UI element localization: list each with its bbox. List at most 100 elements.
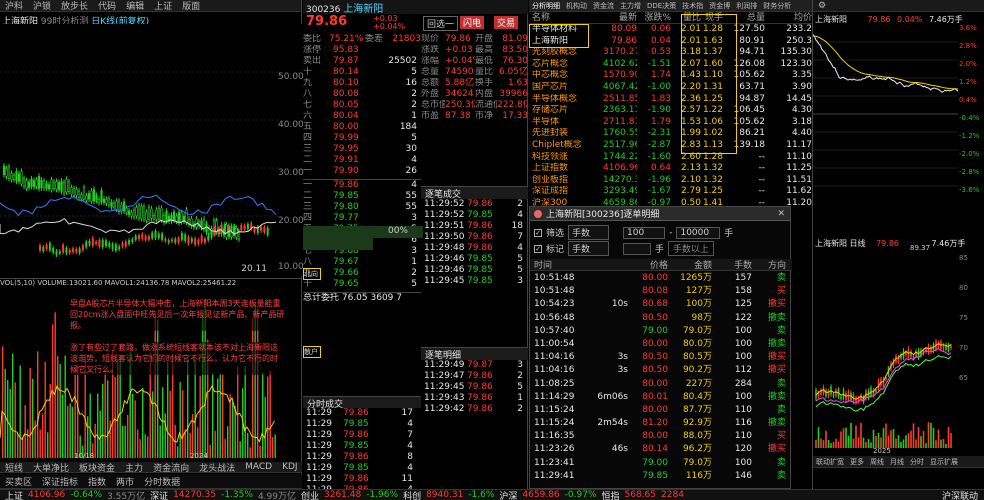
ask-row[interactable]: 三 79.95 30 xyxy=(303,144,421,155)
detail-row[interactable]: 11:00:54 80.00 80.0万 100 撤卖 xyxy=(530,338,792,351)
daily-chart[interactable] xyxy=(813,248,958,453)
btab-7[interactable]: KDJ xyxy=(277,462,303,472)
detail-row[interactable]: 11:04:16 3s 80.50 80.5万 100 撤买 xyxy=(530,351,792,364)
sector-tab[interactable]: 资金流 xyxy=(590,1,617,11)
sector-tab[interactable]: 技术指 xyxy=(679,1,706,11)
sector-col-header[interactable]: 均价 xyxy=(765,12,812,23)
tab-6[interactable]: 版面 xyxy=(177,0,205,12)
detail-row[interactable]: 10:56:48 80.50 98万 122 撤卖 xyxy=(530,312,792,325)
tab-3[interactable]: 代码 xyxy=(93,0,121,12)
filter-min-input[interactable]: 100 xyxy=(623,226,666,239)
sector-col-header[interactable]: 涨跌% xyxy=(637,12,671,23)
detail-row[interactable]: 11:04:16 3s 80.50 90.2万 112 撤买 xyxy=(530,364,792,377)
filter-checkbox[interactable]: ✓ xyxy=(534,228,542,237)
status-item[interactable]: 科创 xyxy=(403,490,421,500)
btab-3[interactable]: 主力 xyxy=(120,461,148,474)
sector-col-header[interactable]: 最新 xyxy=(603,12,637,23)
sector-tab[interactable]: DDE决策 xyxy=(644,1,679,11)
mark-select[interactable]: 手数 xyxy=(568,241,610,256)
ask-row[interactable]: 六 80.04 1 xyxy=(303,111,421,122)
status-item[interactable]: 创业 xyxy=(301,490,319,500)
btab-0[interactable]: 短线 xyxy=(0,461,28,474)
sector-row[interactable]: 国产芯片 4067.42 -1.00 2.20 1.31 63.71 3.90 xyxy=(529,82,812,94)
detail-row[interactable]: 11:23:26 46s 80.14 96.2万 120 撤买 xyxy=(530,443,792,456)
detail-row[interactable]: 10:51:48 80.00 1265万 157 卖 xyxy=(530,272,792,285)
detail-row[interactable]: 10:54:23 10s 80.68 100万 125 撤买 xyxy=(530,298,792,311)
btab-2[interactable]: 板块资金 xyxy=(74,461,120,474)
btab-6[interactable]: MACD xyxy=(240,462,277,472)
status-item[interactable]: 沪深 xyxy=(499,490,517,500)
btab-1[interactable]: 大单净比 xyxy=(28,461,74,474)
mini-tab[interactable]: 联动扩宽 xyxy=(813,457,847,467)
flash-button[interactable]: 闪电 xyxy=(460,16,485,29)
sector-tab[interactable]: 机构动 xyxy=(563,1,590,11)
ask-row[interactable]: 五 80.00 184 xyxy=(303,122,421,133)
filter-select[interactable]: 手数 xyxy=(568,225,610,240)
tab-5[interactable]: 上证 xyxy=(149,0,177,12)
sector-tab[interactable]: 资金博 xyxy=(706,1,733,11)
kline-chart[interactable] xyxy=(0,24,302,276)
mark-checkbox[interactable]: ✓ xyxy=(534,244,542,253)
sector-row[interactable]: 半导体概念 2511.85 1.83 2.36 1.25 94.87 14.45 xyxy=(529,94,812,106)
sector-row[interactable]: Chiplet概念 2517.96 -2.87 2.83 1.13 139.18 11.17 xyxy=(529,140,812,152)
sector-tab[interactable]: 分析明细 xyxy=(529,1,563,11)
detail-row[interactable]: 11:23:41 79.00 79.0万 100 卖 xyxy=(530,457,792,470)
ask-row[interactable]: 四 79.99 5 xyxy=(303,133,421,144)
trade-button[interactable]: 交易 xyxy=(494,16,519,29)
detail-row[interactable]: 11:16:35 80.00 88.0万 110 买 xyxy=(530,430,792,443)
status-item[interactable]: 上证 xyxy=(5,490,23,500)
tab-8[interactable]: 深证指标 xyxy=(37,475,83,488)
ask-row[interactable]: 八 80.08 2 xyxy=(303,89,421,100)
sector-row[interactable]: 中芯概念 1570.90 1.74 1.43 1.10 105.62 3.35 xyxy=(529,70,812,82)
detail-row[interactable]: 11:29:41 79.85 116万 146 卖 xyxy=(530,470,792,483)
sector-row[interactable]: 存储芯片 2363.11 -1.90 2.57 1.22 106.45 4.30 xyxy=(529,105,812,117)
sector-tab[interactable]: 主力增 xyxy=(617,1,644,11)
detail-row[interactable]: 11:15:24 80.00 87.7万 110 卖 xyxy=(530,404,792,417)
sector-col-header[interactable]: 名称 xyxy=(529,12,587,23)
btab-5[interactable]: 龙头战法 xyxy=(194,461,240,474)
mini-tab[interactable]: 显示扩展 xyxy=(927,457,961,467)
tab-0[interactable]: 沪科 xyxy=(0,0,28,12)
tab-10[interactable]: 两市 xyxy=(111,475,139,488)
ask-row[interactable]: 九 80.10 16 xyxy=(303,78,421,89)
sector-tab[interactable]: 利润排 xyxy=(733,1,760,11)
dialog-title-bar[interactable]: 上海新阳[300236]逐单明细 ✕ xyxy=(530,207,790,221)
sector-row[interactable]: 创业板指14270.35-1.962.101.32--11.51 xyxy=(529,175,812,187)
detail-row[interactable]: 11:14:29 6m06s 80.01 80.4万 100 撤卖 xyxy=(530,391,792,404)
mini-tab[interactable]: 分时 xyxy=(907,457,927,467)
tab-9[interactable]: 指数 xyxy=(83,475,111,488)
sector-row[interactable]: 光刻胶概念 3170.27 0.53 3.18 1.37 94.71 135.30 xyxy=(529,47,812,59)
mini-tab[interactable]: 月线 xyxy=(887,457,907,467)
sector-row[interactable]: 深证成指 3293.49 -1.67 2.79 1.25 -- 11.62 xyxy=(529,186,812,198)
status-item[interactable]: 深证 xyxy=(150,490,168,500)
mini-tab[interactable]: 周线 xyxy=(867,457,887,467)
btab-4[interactable]: 资金流向 xyxy=(148,461,194,474)
intraday-chart[interactable] xyxy=(813,24,958,206)
detail-row[interactable]: 11:15:24 2m54s 81.20 92.9万 116 撤卖 xyxy=(530,417,792,430)
close-icon[interactable]: ✕ xyxy=(777,209,785,219)
filter-max-input[interactable]: 10000 xyxy=(676,226,721,239)
sector-row[interactable]: 半导体 2711.81 1.79 1.53 1.06 105.62 3.18 xyxy=(529,117,812,129)
tab-4[interactable]: 编辑 xyxy=(121,0,149,12)
detail-row[interactable]: 10:51:48 80.08 127万 158 买 xyxy=(530,285,792,298)
tab-7[interactable]: 买卖区 xyxy=(0,475,37,488)
sector-row[interactable]: 科技领涨 1744.22 -1.60 2.60 1.28 -- 11.10 xyxy=(529,152,812,164)
sector-row[interactable]: 先进封装 1760.55 -2.31 1.99 1.02 86.21 4.40 xyxy=(529,128,812,140)
ask-row[interactable]: 十 80.14 5 xyxy=(303,67,421,78)
sector-row[interactable]: 上证指数 4106.96 0.64 2.13 1.32 -- 11.25 xyxy=(529,163,812,175)
tab-11[interactable]: 分时数据 xyxy=(139,475,185,488)
sector-tab[interactable]: 财务分析 xyxy=(760,1,794,11)
tab-1[interactable]: 沪锁 xyxy=(28,0,56,12)
mark-input[interactable] xyxy=(623,242,651,255)
mark-option[interactable]: 手数以上 xyxy=(667,241,714,256)
sector-col-header[interactable] xyxy=(587,12,603,23)
detail-row[interactable]: 10:57:40 79.00 79.0万 100 卖 xyxy=(530,325,792,338)
tab-2[interactable]: 放步长 xyxy=(56,0,93,12)
sector-row[interactable]: 芯片概念 4102.62 -1.51 2.07 1.60 126.08 123.30 xyxy=(529,59,812,71)
detail-row[interactable]: 11:08:25 80.00 227万 284 卖 xyxy=(530,378,792,391)
mini-icon[interactable]: ⚙ xyxy=(813,1,831,11)
status-item[interactable]: 恒指 xyxy=(602,490,620,500)
status-right[interactable]: 沪深联动 xyxy=(942,490,978,500)
ask-row[interactable]: 七 80.05 2 xyxy=(303,100,421,111)
mini-tab[interactable]: 更多 xyxy=(847,457,867,467)
